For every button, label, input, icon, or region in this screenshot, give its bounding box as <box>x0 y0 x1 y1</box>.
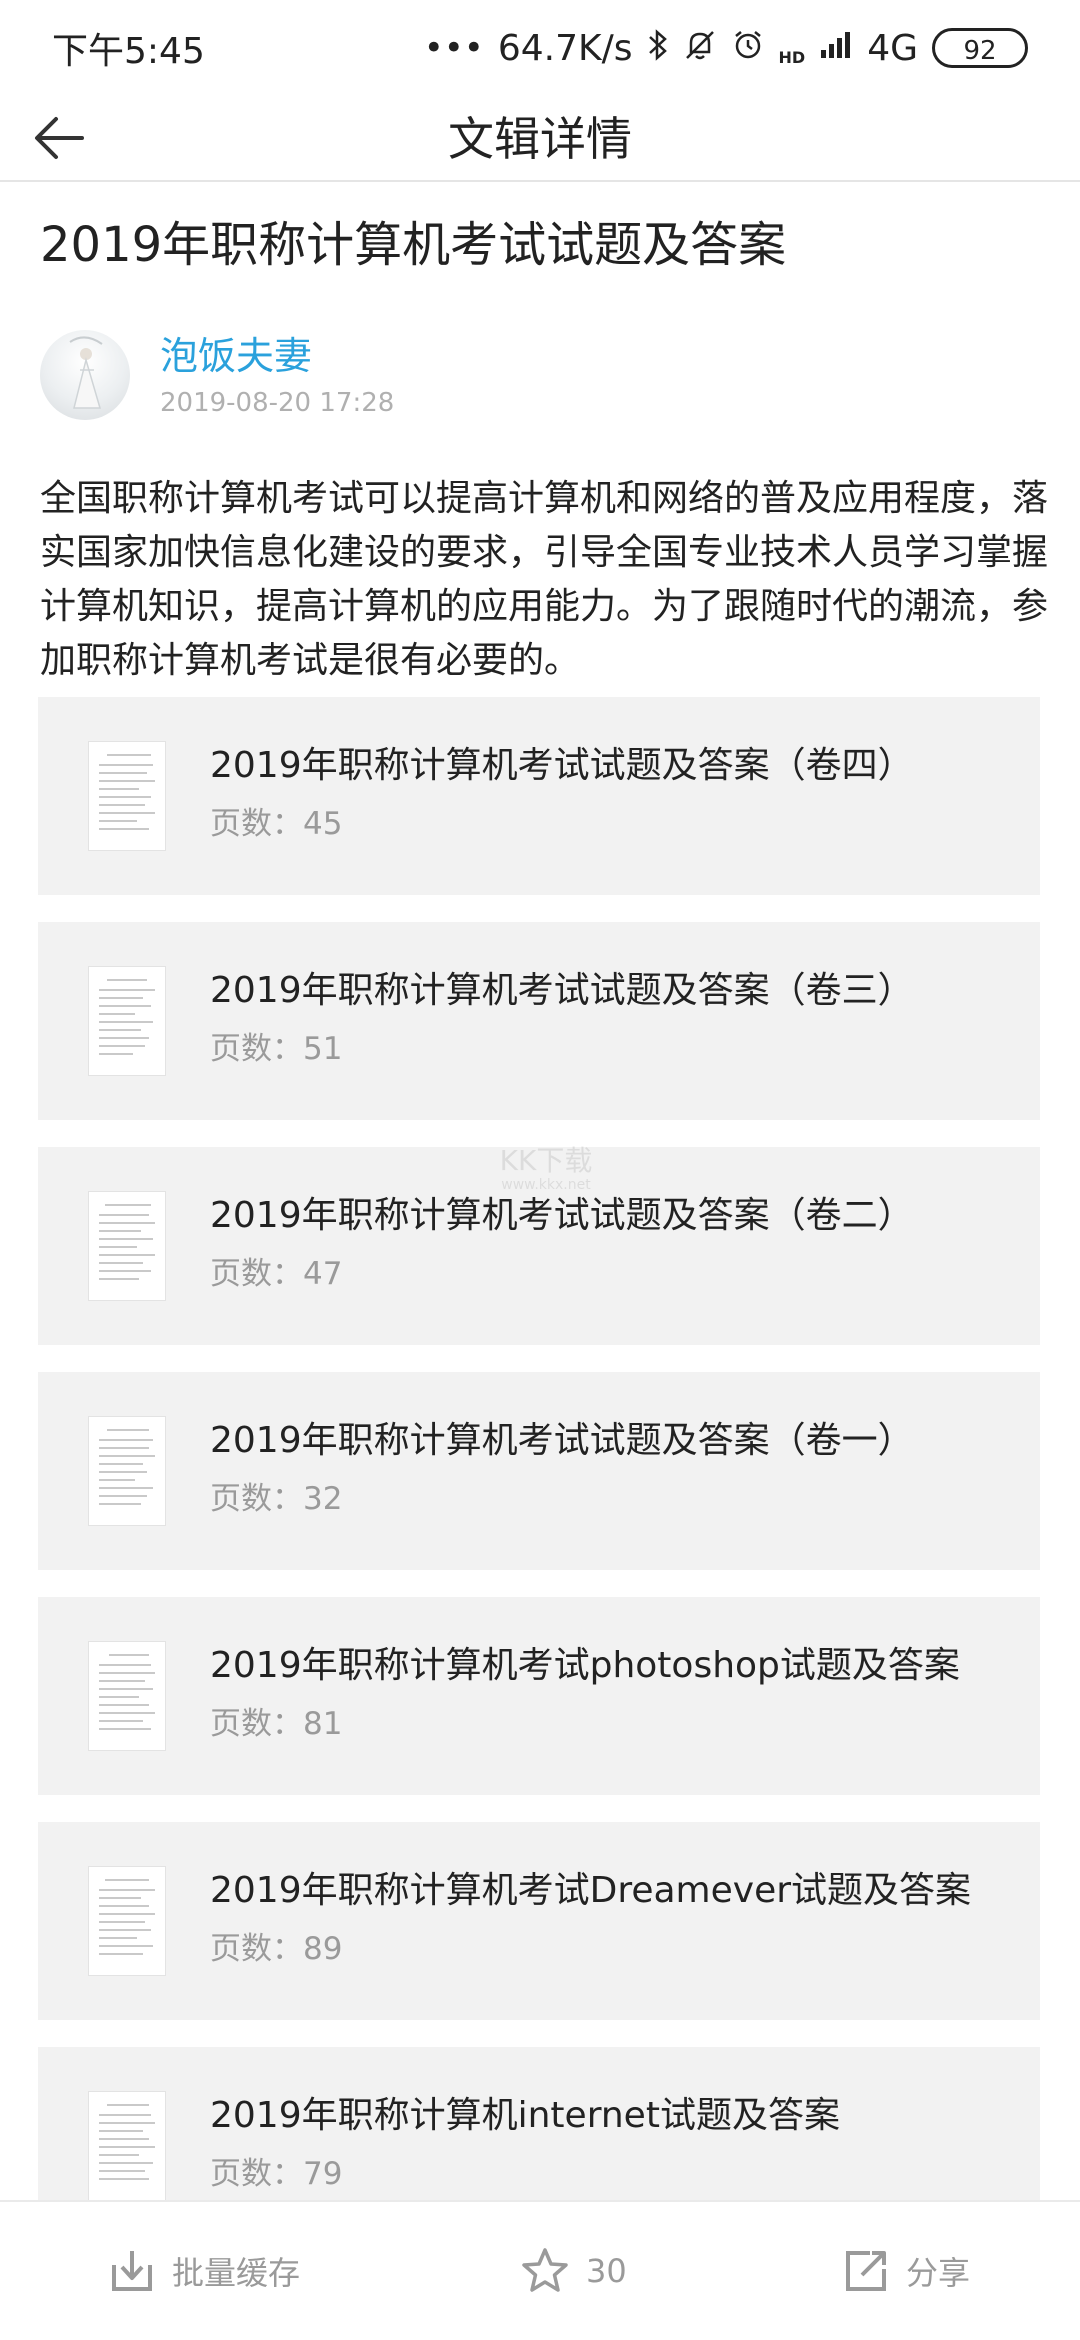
article-intro: 全国职称计算机考试可以提高计算机和网络的普及应用程度，落实国家加快信息化建设的要… <box>40 478 1049 681</box>
status-time: 下午5:45 <box>52 31 205 72</box>
batch-cache-label: 批量缓存 <box>172 2254 301 2292</box>
document-thumbnail <box>88 2091 166 2201</box>
document-thumbnail <box>88 1866 166 1976</box>
document-card[interactable]: 2019年职称计算机考试试题及答案（卷一） 页数：32 <box>38 1372 1040 1570</box>
document-thumbnail <box>88 1641 166 1751</box>
document-title: 2019年职称计算机internet试题及答案 <box>210 2095 840 2136</box>
document-card[interactable]: 2019年职称计算机考试Dreamever试题及答案 页数：89 <box>38 1822 1040 2020</box>
star-icon <box>522 2248 568 2292</box>
back-button[interactable] <box>30 108 90 168</box>
document-title: 2019年职称计算机考试试题及答案（卷一） <box>210 1420 914 1461</box>
batch-cache-button[interactable]: 批量缓存 <box>108 2202 300 2340</box>
share-label: 分享 <box>906 2254 971 2292</box>
document-page-count: 页数：32 <box>210 1481 343 1517</box>
document-card[interactable]: 2019年职称计算机考试试题及答案（卷四） 页数：45 <box>38 697 1040 895</box>
document-thumbnail <box>88 966 166 1076</box>
document-card[interactable]: 2019年职称计算机考试试题及答案（卷三） 页数：51 <box>38 922 1040 1120</box>
document-title: 2019年职称计算机考试试题及答案（卷三） <box>210 970 914 1011</box>
more-dots-icon: ••• <box>423 28 484 68</box>
author-row: 泡饭夫妻 2019-08-20 17:28 <box>40 330 1040 424</box>
document-title: 2019年职称计算机考试试题及答案（卷二） <box>210 1195 914 1236</box>
status-indicators: ••• 64.7K/s HD 4G 92 <box>424 28 1028 69</box>
author-name[interactable]: 泡饭夫妻 <box>160 330 312 382</box>
share-button[interactable]: 分享 <box>842 2202 970 2340</box>
document-thumbnail <box>88 1191 166 1301</box>
network-speed: 64.7K/s <box>497 27 633 69</box>
document-page-count: 页数：79 <box>210 2156 343 2192</box>
alarm-icon <box>731 28 765 68</box>
document-thumbnail <box>88 741 166 851</box>
hd-label: HD <box>778 47 806 67</box>
document-card[interactable]: 2019年职称计算机考试试题及答案（卷二） 页数：47 <box>38 1147 1040 1345</box>
mute-bell-icon <box>683 28 717 68</box>
favorite-count: 30 <box>586 2252 627 2290</box>
document-page-count: 页数：89 <box>210 1931 343 1967</box>
post-date: 2019-08-20 17:28 <box>160 388 395 418</box>
download-icon <box>112 2251 152 2291</box>
favorite-button[interactable]: 30 <box>520 2202 627 2340</box>
bluetooth-icon <box>647 28 669 68</box>
document-page-count: 页数：81 <box>210 1706 343 1742</box>
status-bar: 下午5:45 ••• 64.7K/s HD 4G 92 <box>0 0 1080 96</box>
document-title: 2019年职称计算机考试photoshop试题及答案 <box>210 1645 960 1686</box>
page-title: 文辑详情 <box>448 112 632 166</box>
document-title: 2019年职称计算机考试试题及答案（卷四） <box>210 745 914 786</box>
document-title: 2019年职称计算机考试Dreamever试题及答案 <box>210 1870 972 1911</box>
network-type: 4G <box>867 27 918 69</box>
document-card[interactable]: 2019年职称计算机考试photoshop试题及答案 页数：81 <box>38 1597 1040 1795</box>
article-title: 2019年职称计算机考试试题及答案 <box>40 217 787 273</box>
avatar-figure-icon <box>69 336 103 409</box>
bottom-action-bar: 批量缓存 30 分享 <box>0 2200 1080 2340</box>
document-thumbnail <box>88 1416 166 1526</box>
battery-indicator: 92 <box>932 28 1028 68</box>
document-list: 2019年职称计算机考试试题及答案（卷四） 页数：45 2019年职称计算机考试… <box>38 697 1040 2272</box>
signal-icon <box>819 30 853 66</box>
arrow-left-icon <box>35 117 84 159</box>
document-page-count: 页数：51 <box>210 1031 343 1067</box>
screen: 下午5:45 ••• 64.7K/s HD 4G 92 文辑详情 2019年职称… <box>0 0 1080 2340</box>
app-bar: 文辑详情 <box>0 96 1080 182</box>
document-page-count: 页数：45 <box>210 806 343 842</box>
avatar[interactable] <box>40 330 130 420</box>
document-page-count: 页数：47 <box>210 1256 343 1292</box>
share-icon <box>846 2251 886 2291</box>
